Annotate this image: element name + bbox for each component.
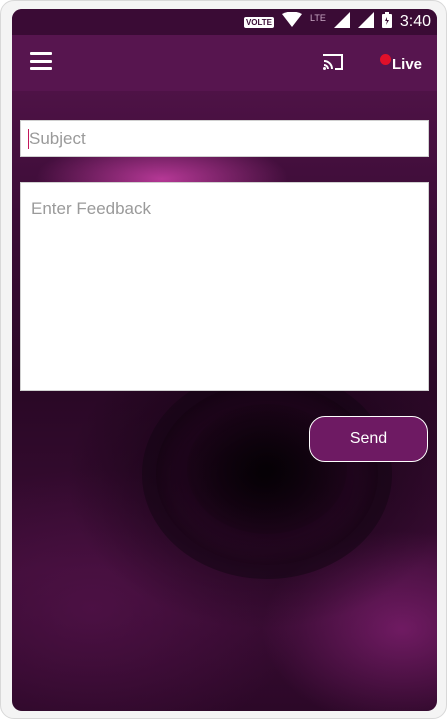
clock: 3:40 — [399, 13, 431, 30]
menu-icon[interactable] — [30, 52, 52, 70]
live-label: Live — [392, 56, 423, 73]
send-button[interactable]: Send — [309, 416, 428, 462]
status-icons: VOLTE LTE 3:40 — [243, 11, 431, 33]
cast-icon[interactable] — [322, 53, 344, 71]
subject-input[interactable] — [20, 120, 429, 157]
text-caret — [28, 129, 29, 149]
battery-icon — [381, 11, 392, 33]
device-frame: VOLTE LTE 3:40 Live Subject Enter Feedba… — [0, 0, 447, 719]
lte-label: LTE — [310, 13, 326, 23]
status-bar: VOLTE LTE 3:40 — [12, 9, 437, 35]
signal-icon — [357, 11, 374, 33]
signal-icon — [333, 11, 350, 33]
send-button-label: Send — [349, 430, 388, 447]
volte-badge: VOLTE — [243, 16, 275, 28]
app-screen: VOLTE LTE 3:40 Live Subject Enter Feedba… — [12, 9, 437, 711]
live-button[interactable]: Live — [380, 49, 428, 75]
live-dot-icon — [380, 54, 391, 65]
wifi-icon — [282, 11, 303, 33]
app-bar: Live — [12, 35, 437, 91]
feedback-textarea[interactable] — [20, 182, 429, 391]
